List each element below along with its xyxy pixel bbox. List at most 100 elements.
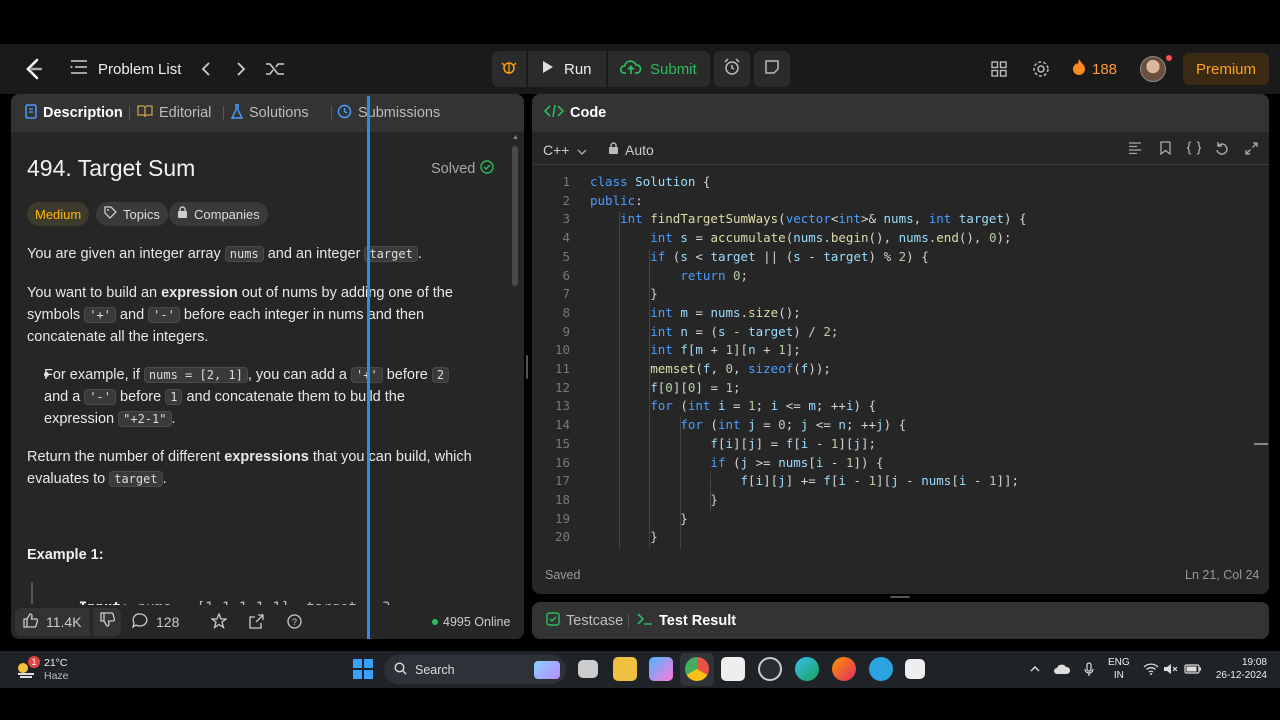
avatar[interactable] <box>1140 56 1166 82</box>
microphone-icon[interactable] <box>1082 661 1096 677</box>
code-line[interactable]: int m = nums.size(); <box>590 305 801 320</box>
code-line[interactable]: int f[m + 1][n + 1]; <box>590 342 801 357</box>
tab-test-result[interactable]: Test Result <box>637 602 736 639</box>
bookmark-icon[interactable] <box>1156 139 1174 157</box>
copilot-icon[interactable] <box>649 657 673 681</box>
comment-icon <box>131 613 148 631</box>
code-line[interactable]: f[i][j] += f[i - 1][j - nums[i - 1]]; <box>590 473 1020 488</box>
code-line[interactable]: int s = accumulate(nums.begin(), nums.en… <box>590 230 1011 245</box>
code-line[interactable]: public: <box>590 193 643 208</box>
line-number: 4 <box>562 230 570 246</box>
braces-icon[interactable] <box>1184 139 1204 157</box>
comments-button[interactable]: 128 <box>131 608 180 636</box>
code-line[interactable]: } <box>590 511 688 526</box>
description-scrollbar[interactable]: ▲ <box>511 134 519 599</box>
language-indicator[interactable]: ENG IN <box>1108 656 1130 682</box>
code-line[interactable]: } <box>590 492 718 507</box>
weather-widget[interactable]: 1 21°C Haze <box>14 654 69 686</box>
code-line[interactable]: if (s < target || (s - target) % 2) { <box>590 249 929 264</box>
online-count: 4995 Online <box>432 615 510 629</box>
reset-icon[interactable] <box>1213 139 1231 157</box>
code-line[interactable]: f[i][j] = f[i - 1][j]; <box>590 436 876 451</box>
code-line[interactable]: for (int j = 0; j <= n; ++j) { <box>590 417 906 432</box>
tab-divider <box>129 106 130 120</box>
layout-grid-icon[interactable] <box>988 58 1010 80</box>
star-icon[interactable] <box>209 611 229 631</box>
problem-list-button[interactable]: Problem List <box>70 44 181 94</box>
list-icon <box>70 59 88 79</box>
clock[interactable]: 19:08 26-12-2024 <box>1207 656 1267 682</box>
saved-status: Saved <box>545 568 581 582</box>
code-line[interactable]: return 0; <box>590 268 748 283</box>
share-icon[interactable] <box>246 611 266 631</box>
like-button[interactable]: 11.4K <box>15 608 90 636</box>
code-line[interactable]: int findTargetSumWays(vector<int>& nums,… <box>590 211 1026 226</box>
vertical-resize-handle[interactable] <box>890 596 910 598</box>
leetcode-logo[interactable] <box>22 56 46 82</box>
expand-icon[interactable] <box>1242 139 1260 157</box>
language-select[interactable]: C++ <box>543 138 587 162</box>
windows-taskbar: 1 21°C Haze Search ENG IN 19:08 26-12-20… <box>0 651 1280 688</box>
help-circle-icon[interactable]: ? <box>284 611 304 631</box>
next-problem-button[interactable] <box>231 59 251 79</box>
notes-button[interactable] <box>754 51 790 87</box>
line-number: 6 <box>562 267 570 283</box>
checkbox-icon <box>546 611 560 630</box>
onedrive-icon[interactable] <box>1052 661 1072 677</box>
streak-counter[interactable]: 188 <box>1072 44 1117 94</box>
code-line[interactable]: for (int i = 1; i <= m; ++i) { <box>590 398 876 413</box>
description-paragraph-2: You want to build an expression out of n… <box>27 285 453 345</box>
edge-icon[interactable] <box>795 657 819 681</box>
code-line[interactable]: int n = (s - target) / 2; <box>590 324 838 339</box>
tab-code[interactable]: Code <box>543 94 606 132</box>
tab-submissions[interactable]: Submissions <box>337 94 440 132</box>
store-icon[interactable] <box>721 657 745 681</box>
code-line[interactable]: memset(f, 0, sizeof(f)); <box>590 361 831 376</box>
volume-muted-icon[interactable] <box>1163 661 1179 677</box>
telegram-icon[interactable] <box>869 657 893 681</box>
dell-icon[interactable] <box>758 657 782 681</box>
code-line[interactable]: f[0][0] = 1; <box>590 380 740 395</box>
code-line[interactable]: } <box>590 529 658 544</box>
cursor-position: Ln 21, Col 24 <box>1185 568 1260 582</box>
firefox-icon[interactable] <box>832 657 856 681</box>
companies-button[interactable]: Companies <box>169 202 268 226</box>
start-button[interactable] <box>353 659 373 679</box>
solved-status: Solved <box>431 160 495 178</box>
tab-solutions[interactable]: Solutions <box>230 94 309 132</box>
weather-desc: Haze <box>44 670 69 682</box>
debug-button[interactable] <box>492 51 526 87</box>
taskbar-search[interactable]: Search <box>384 655 566 684</box>
file-explorer-icon[interactable] <box>613 657 637 681</box>
task-view-icon[interactable] <box>578 660 598 678</box>
dislike-button[interactable] <box>93 608 121 636</box>
tab-testcase-label: Testcase <box>566 612 624 629</box>
tab-divider <box>223 106 224 120</box>
tab-description[interactable]: Description <box>25 94 123 132</box>
tab-testcase[interactable]: Testcase <box>546 602 623 639</box>
topics-button[interactable]: Topics <box>96 202 168 226</box>
snipping-tool-icon[interactable] <box>905 659 925 679</box>
timer-button[interactable] <box>714 51 750 87</box>
code-line[interactable]: } <box>590 286 658 301</box>
document-icon <box>25 103 37 123</box>
chevron-up-icon[interactable] <box>1028 661 1042 677</box>
comment-count: 128 <box>156 614 180 630</box>
auto-mode-toggle[interactable]: Auto <box>608 138 654 162</box>
code-line[interactable]: if (j >= nums[i - 1]) { <box>590 455 883 470</box>
shuffle-icon[interactable] <box>264 58 286 80</box>
tab-editorial[interactable]: Editorial <box>137 94 211 132</box>
wifi-icon[interactable] <box>1143 661 1159 677</box>
premium-button[interactable]: Premium <box>1183 53 1269 85</box>
settings-gear-icon[interactable] <box>1030 58 1052 80</box>
code-line[interactable]: class Solution { <box>590 174 710 189</box>
code-editor[interactable]: 1 class Solution {2 public: 3 int findTarge… <box>532 166 1269 552</box>
tab-solutions-label: Solutions <box>249 105 309 121</box>
run-button[interactable]: Run <box>528 51 606 87</box>
prev-problem-button[interactable] <box>196 59 216 79</box>
weather-temp: 21°C <box>44 657 68 669</box>
battery-icon[interactable] <box>1184 661 1202 677</box>
submit-button[interactable]: Submit <box>608 51 710 87</box>
panel-resize-handle[interactable] <box>526 355 528 379</box>
format-icon[interactable] <box>1126 139 1144 157</box>
